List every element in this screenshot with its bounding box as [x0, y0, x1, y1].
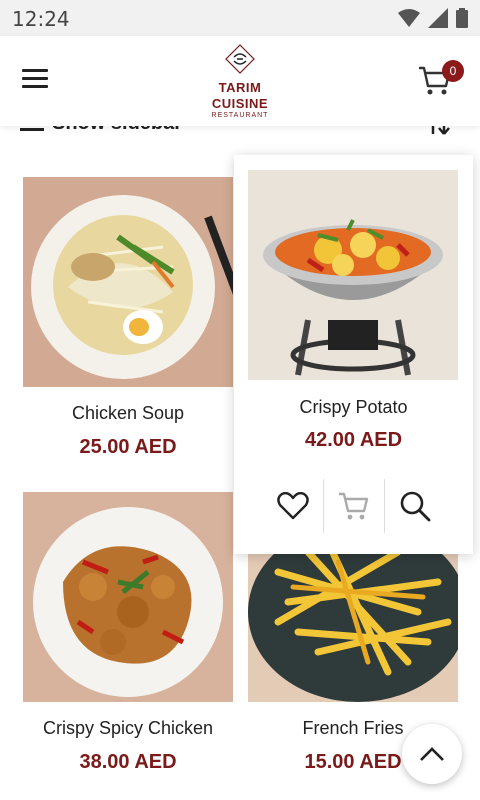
logo-text-tarim: TARIM: [218, 80, 262, 95]
battery-icon: [456, 8, 468, 28]
signal-icon: [428, 8, 448, 28]
cart-icon: [338, 492, 368, 520]
wishlist-button[interactable]: [263, 479, 323, 533]
product-image[interactable]: [23, 492, 233, 702]
quick-view-button[interactable]: [385, 479, 445, 533]
logo-text-restaurant: RESTAURANT: [211, 112, 269, 119]
add-to-cart-button[interactable]: [324, 479, 384, 533]
product-card-hover[interactable]: Crispy Potato 42.00 AED: [234, 155, 473, 554]
product-price: 25.00 AED: [79, 436, 177, 458]
status-time: 12:24: [12, 7, 70, 31]
site-header: TARIM CUISINE RESTAURANT 0: [0, 36, 480, 126]
product-price: 42.00 AED: [304, 429, 403, 451]
heart-icon: [276, 492, 309, 520]
search-icon: [400, 491, 430, 522]
product-image[interactable]: [248, 170, 458, 380]
site-logo[interactable]: TARIM CUISINE RESTAURANT: [205, 44, 275, 119]
product-name[interactable]: Crispy Spicy Chicken: [23, 718, 233, 739]
product-card[interactable]: Chicken Soup 25.00 AED: [23, 177, 233, 459]
product-name[interactable]: Crispy Potato: [234, 397, 473, 418]
chevron-up-icon: [420, 747, 444, 761]
product-name[interactable]: Chicken Soup: [23, 403, 233, 424]
logo-text-cuisine: CUISINE: [211, 96, 269, 111]
status-icons: [398, 8, 468, 28]
logo-emblem-icon: [225, 44, 255, 74]
product-actions: [234, 479, 473, 533]
menu-button[interactable]: [22, 69, 48, 89]
product-image[interactable]: [23, 177, 233, 387]
wifi-icon: [398, 9, 420, 27]
status-bar: 12:24: [0, 0, 480, 36]
product-card[interactable]: Crispy Spicy Chicken 38.00 AED: [23, 492, 233, 774]
product-price: 38.00 AED: [79, 751, 177, 773]
scroll-to-top-button[interactable]: [402, 724, 462, 784]
cart-count-badge: 0: [442, 60, 464, 82]
